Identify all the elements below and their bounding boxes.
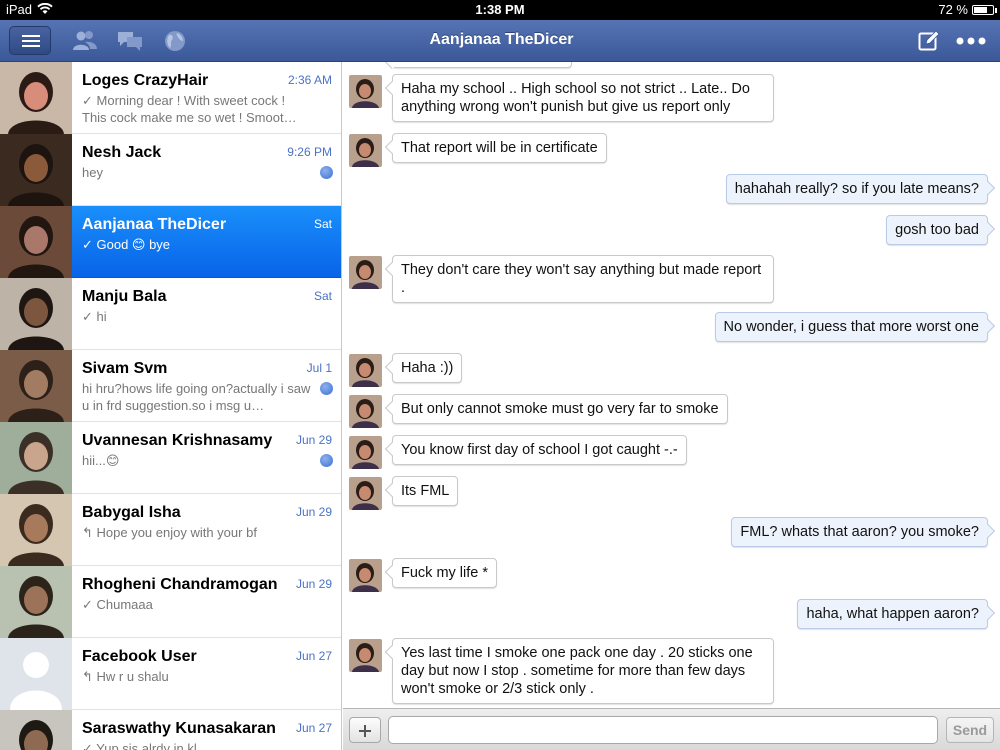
unread-dot-icon bbox=[320, 454, 333, 467]
conversation-item[interactable]: Sivam Svm Jul 1 hi hru?hows life going on?… bbox=[0, 350, 341, 422]
conversation-item[interactable]: Facebook User Jun 27 ↰ Hw r u shalu bbox=[0, 638, 341, 710]
avatar bbox=[0, 206, 72, 278]
friends-icon[interactable] bbox=[72, 29, 98, 53]
conversation-date: Sat bbox=[313, 217, 332, 231]
conversation-item[interactable]: Nesh Jack 9:26 PM hey bbox=[0, 134, 341, 206]
conversation-item[interactable]: Uvannesan Krishnasamy Jun 29 hii...😊 bbox=[0, 422, 341, 494]
more-icon[interactable] bbox=[956, 37, 986, 45]
conversation-name: Manju Bala bbox=[82, 288, 167, 305]
conversation-date: 9:26 PM bbox=[287, 145, 332, 159]
message-bubble-clipped bbox=[392, 62, 572, 68]
outgoing-message: No wonder, i guess that more worst one bbox=[714, 312, 988, 342]
conversation-date: Jun 29 bbox=[295, 577, 332, 591]
outgoing-message: FML? whats that aaron? you smoke? bbox=[731, 517, 988, 547]
conversation-date: Jun 29 bbox=[295, 433, 332, 447]
avatar bbox=[0, 710, 72, 750]
message-avatar bbox=[349, 559, 382, 592]
conversation-name: Rhogheni Chandramogan bbox=[82, 576, 278, 593]
conversation-name: Babygal Isha bbox=[82, 504, 181, 521]
avatar bbox=[0, 638, 72, 710]
conversation-item[interactable]: Loges CrazyHair 2:36 AM ✓ Morning dear ! W… bbox=[0, 62, 341, 134]
message-avatar bbox=[349, 354, 382, 387]
conversation-preview: hii...😊 bbox=[82, 453, 120, 468]
conversation-name: Aanjanaa TheDicer bbox=[82, 216, 227, 233]
message-avatar bbox=[349, 395, 382, 428]
avatar bbox=[0, 278, 72, 350]
conversation-name: Facebook User bbox=[82, 648, 197, 665]
incoming-message: Haha :)) bbox=[392, 353, 463, 383]
compose-bar: Send bbox=[343, 708, 1000, 750]
outgoing-message: gosh too bad bbox=[886, 215, 988, 245]
avatar bbox=[0, 350, 72, 422]
incoming-message: Yes last time I smoke one pack one day .… bbox=[392, 638, 774, 704]
conversation-name: Saraswathy Kunasakaran bbox=[82, 720, 276, 737]
incoming-message: They don't care they won't say anything … bbox=[392, 255, 774, 303]
conversation-item[interactable]: Aanjanaa TheDicer Sat ✓ Good 😊 bye bbox=[0, 206, 341, 278]
conversation-preview: hi hru?hows life going on?actually i saw… bbox=[82, 381, 311, 413]
conversation-preview: ✓ Morning dear ! With sweet cock ! This … bbox=[82, 93, 297, 125]
conversation-preview: ↰ Hw r u shalu bbox=[82, 669, 169, 684]
message-input[interactable] bbox=[388, 716, 938, 744]
conversation-preview: ✓ Chumaaa bbox=[82, 597, 153, 612]
conversation-name: Uvannesan Krishnasamy bbox=[82, 432, 273, 449]
unread-dot-icon bbox=[320, 382, 333, 395]
conversation-preview: ✓ Yup sis alrdy in kl bbox=[82, 741, 197, 750]
incoming-message: That report will be in certificate bbox=[392, 133, 607, 163]
globe-icon[interactable] bbox=[163, 29, 189, 53]
conversation-preview: ↰ Hope you enjoy with your bf bbox=[82, 525, 257, 540]
message-avatar bbox=[349, 256, 382, 289]
conversation-date: Jun 27 bbox=[295, 649, 332, 663]
conversation-list[interactable]: Loges CrazyHair 2:36 AM ✓ Morning dear ! W… bbox=[0, 62, 342, 750]
conversation-name: Sivam Svm bbox=[82, 360, 168, 377]
avatar bbox=[0, 422, 72, 494]
outgoing-message: haha, what happen aaron? bbox=[797, 599, 988, 629]
conversation-item[interactable]: Rhogheni Chandramogan Jun 29 ✓ Chumaaa bbox=[0, 566, 341, 638]
conversation-item[interactable]: Saraswathy Kunasakaran Jun 27 ✓ Yup sis al… bbox=[0, 710, 341, 750]
message-avatar bbox=[349, 639, 382, 672]
conversation-preview: hey bbox=[82, 165, 103, 180]
avatar bbox=[0, 566, 72, 638]
battery-icon bbox=[972, 5, 997, 15]
message-avatar bbox=[349, 477, 382, 510]
incoming-message: Its FML bbox=[392, 476, 459, 506]
message-thread[interactable]: Haha my school .. High school so not str… bbox=[343, 62, 1000, 708]
conversation-date: Jun 27 bbox=[295, 721, 332, 735]
incoming-message: You know first day of school I got caugh… bbox=[392, 435, 687, 465]
avatar bbox=[0, 494, 72, 566]
battery-percent: 72 % bbox=[938, 2, 968, 17]
avatar bbox=[0, 134, 72, 206]
status-time: 1:38 PM bbox=[475, 2, 525, 17]
battery-fill bbox=[974, 7, 987, 13]
outgoing-message: hahahah really? so if you late means? bbox=[725, 174, 988, 204]
unread-dot-icon bbox=[320, 166, 333, 179]
message-avatar bbox=[349, 436, 382, 469]
nav-bar: Aanjanaa TheDicer bbox=[0, 20, 1000, 62]
incoming-message: But only cannot smoke must go very far t… bbox=[392, 394, 728, 424]
message-avatar bbox=[349, 75, 382, 108]
conversation-item[interactable]: Babygal Isha Jun 29 ↰ Hope you enjoy with … bbox=[0, 494, 341, 566]
conversation-name: Nesh Jack bbox=[82, 144, 162, 161]
conversation-preview: ✓ Good 😊 bye bbox=[82, 237, 171, 252]
conversation-date: Jun 29 bbox=[295, 505, 332, 519]
compose-icon[interactable] bbox=[918, 30, 940, 52]
page-title: Aanjanaa TheDicer bbox=[429, 31, 574, 48]
conversation-date: Sat bbox=[313, 289, 332, 303]
conversation-item[interactable]: Manju Bala Sat ✓ hi bbox=[0, 278, 341, 350]
messages-icon[interactable] bbox=[117, 29, 143, 53]
menu-button[interactable] bbox=[9, 26, 51, 55]
conversation-date: 2:36 AM bbox=[287, 73, 332, 87]
avatar bbox=[0, 62, 72, 134]
incoming-message: Fuck my life * bbox=[392, 558, 498, 588]
send-button[interactable]: Send bbox=[946, 717, 994, 743]
message-avatar bbox=[349, 134, 382, 167]
incoming-message: Haha my school .. High school so not str… bbox=[392, 74, 774, 122]
add-attachment-button[interactable] bbox=[349, 717, 381, 743]
conversation-date: Jul 1 bbox=[306, 361, 332, 375]
conversation-name: Loges CrazyHair bbox=[82, 72, 209, 89]
status-bar: iPad 1:38 PM 72 % bbox=[0, 0, 1000, 20]
conversation-preview: ✓ hi bbox=[82, 309, 107, 324]
